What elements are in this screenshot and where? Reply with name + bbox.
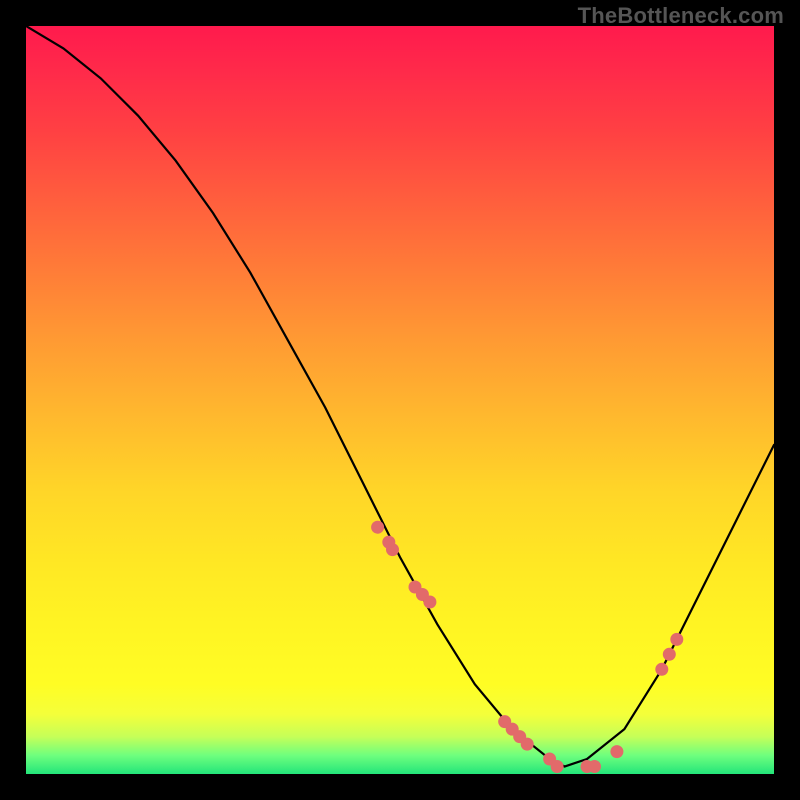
highlighted-dot <box>670 633 683 646</box>
highlighted-dot <box>610 745 623 758</box>
highlighted-dots-group <box>371 521 683 773</box>
highlighted-dot <box>498 715 511 728</box>
chart-plot-area <box>26 26 774 774</box>
highlighted-dot <box>543 753 556 766</box>
highlighted-dot <box>521 738 534 751</box>
highlighted-dot <box>409 581 422 594</box>
highlighted-dot <box>588 760 601 773</box>
highlighted-dot <box>663 648 676 661</box>
bottleneck-curve-line <box>26 26 774 767</box>
highlighted-dot <box>416 588 429 601</box>
chart-svg <box>26 26 774 774</box>
highlighted-dot <box>506 723 519 736</box>
highlighted-dot <box>513 730 526 743</box>
highlighted-dot <box>581 760 594 773</box>
highlighted-dot <box>371 521 384 534</box>
highlighted-dot <box>382 536 395 549</box>
highlighted-dot <box>423 596 436 609</box>
highlighted-dot <box>655 663 668 676</box>
highlighted-dot <box>551 760 564 773</box>
highlighted-dot <box>386 543 399 556</box>
